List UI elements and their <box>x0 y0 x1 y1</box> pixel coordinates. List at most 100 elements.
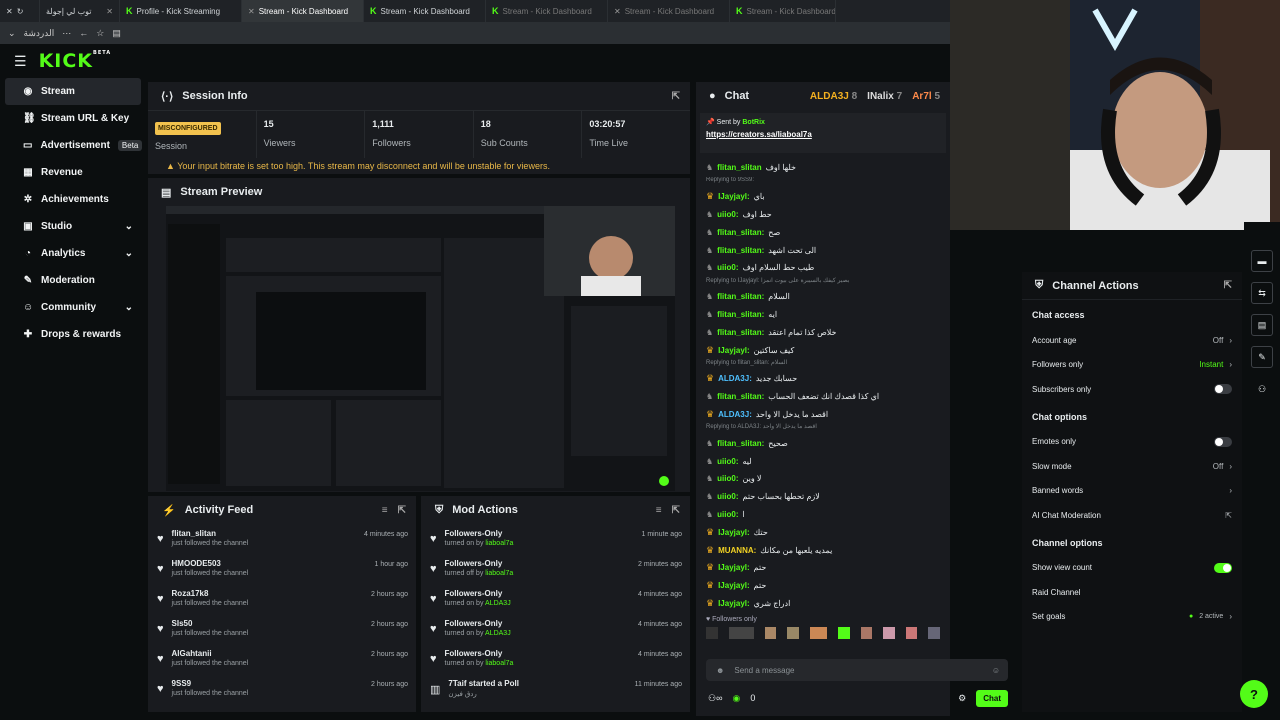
tab-1[interactable]: K Profile - Kick Streaming <box>120 0 242 22</box>
sidebar-item-achievements[interactable]: ✲ Achievements <box>5 186 141 213</box>
sidebar-item-community[interactable]: ☺ Community ⌄ <box>5 294 141 321</box>
chat-username[interactable]: uiio0: <box>717 474 738 483</box>
emote[interactable] <box>838 627 850 639</box>
filter-icon[interactable]: ≡ <box>656 505 662 516</box>
sidebar-item-stream[interactable]: ◉ Stream <box>5 78 141 105</box>
chat-username[interactable]: flitan_slitan: <box>717 292 764 301</box>
tab-6[interactable]: K Stream - Kick Dashboard <box>730 0 836 22</box>
chat-icon[interactable]: ▬ <box>1251 250 1273 272</box>
raid-channel-row[interactable]: Raid Channel <box>1022 580 1242 605</box>
sidebar-item-analytics[interactable]: ◔ Analytics ⌄ <box>5 240 141 267</box>
emote[interactable] <box>928 627 941 639</box>
activity-icon[interactable]: ⇆ <box>1251 282 1273 304</box>
address-label[interactable]: الدردشة <box>24 28 55 39</box>
emote[interactable] <box>706 627 718 639</box>
chat-username[interactable]: uiio0: <box>717 492 738 501</box>
star-icon[interactable]: ☆ <box>96 28 104 39</box>
back-icon[interactable]: ← <box>79 28 88 38</box>
ai-moderation-row[interactable]: AI Chat Moderation ⇱ <box>1022 503 1242 528</box>
reload-icon[interactable]: ↻ <box>17 7 24 16</box>
chat-username[interactable]: uiio0: <box>717 210 738 219</box>
chat-send-button[interactable]: Chat <box>976 689 1008 707</box>
emote-icon[interactable]: ☻ <box>716 666 724 675</box>
item-user[interactable]: ALDA3J <box>485 630 511 637</box>
more-icon[interactable]: ⋯ <box>62 28 71 39</box>
chat-username[interactable]: IJayjayl: <box>718 192 750 201</box>
account-age-row[interactable]: Account age Off › <box>1022 328 1242 353</box>
sidebar-item-drops[interactable]: ✚ Drops & rewards <box>5 321 141 348</box>
followers-only-row[interactable]: Followers only Instant › <box>1022 353 1242 378</box>
chat-username[interactable]: uiio0: <box>717 457 738 466</box>
close-tab-icon[interactable]: ✕ <box>614 7 621 16</box>
banned-words-row[interactable]: Banned words › <box>1022 479 1242 504</box>
chat-username[interactable]: flitan_slitan <box>717 163 761 172</box>
popout-icon[interactable]: ⇱ <box>1224 280 1232 291</box>
tab-2[interactable]: ✕ Stream - Kick Dashboard <box>242 0 364 22</box>
emote[interactable] <box>728 627 754 639</box>
popout-icon[interactable]: ⇱ <box>672 505 680 516</box>
chat-username[interactable]: flitan_slitan: <box>717 310 764 319</box>
emote[interactable] <box>809 627 828 639</box>
menu-icon[interactable]: ☰ <box>14 53 27 70</box>
chat-username[interactable]: flitan_slitan: <box>717 439 764 448</box>
pin-link[interactable]: https://creators.sa/liaboal7a <box>706 130 940 139</box>
users-icon[interactable]: ⚇ <box>1251 378 1273 400</box>
tab-0[interactable]: توب لي إجولة ✕ <box>40 0 120 22</box>
chevron-down-icon[interactable]: ⌄ <box>8 28 16 39</box>
tab-5[interactable]: ✕ Stream - Kick Dashboard <box>608 0 730 22</box>
set-goals-row[interactable]: Set goals ● 2 active › <box>1022 605 1242 630</box>
item-user[interactable]: liaboal7a <box>485 540 513 547</box>
emote[interactable] <box>764 627 777 639</box>
close-tab-icon[interactable]: ✕ <box>106 7 113 16</box>
emote[interactable] <box>787 627 799 639</box>
kick-logo[interactable]: KICKBETA <box>39 50 112 72</box>
chat-input[interactable]: ☻ Send a message ☺ <box>706 659 1008 681</box>
sidebar-item-revenue[interactable]: ▦ Revenue <box>5 159 141 186</box>
item-user[interactable]: liaboal7a <box>485 570 513 577</box>
settings-icon[interactable]: ⚙ <box>958 693 966 704</box>
smile-icon[interactable]: ☺ <box>992 666 1000 675</box>
chat-username[interactable]: IJayjayl: <box>718 346 750 355</box>
close-tab-icon[interactable]: ✕ <box>248 7 255 16</box>
chat-username[interactable]: uiio0: <box>717 263 738 272</box>
chat-username[interactable]: IJayjayl: <box>718 581 750 590</box>
sidebar-item-stream-url[interactable]: ⛓ Stream URL & Key <box>5 105 141 132</box>
chat-username[interactable]: uiio0: <box>717 510 738 519</box>
gifter-name[interactable]: INalix <box>867 91 894 102</box>
chat-username[interactable]: flitan_slitan: <box>717 228 764 237</box>
chat-username[interactable]: IJayjayl: <box>718 528 750 537</box>
chat-username[interactable]: flitan_slitan: <box>717 246 764 255</box>
popout-icon[interactable]: ⇱ <box>672 91 680 102</box>
mod-icon[interactable]: ▤ <box>1251 314 1273 336</box>
chat-username[interactable]: ALDA3J: <box>718 374 752 383</box>
bookmark-icon[interactable]: ▤ <box>112 28 121 39</box>
gifter-name[interactable]: Ar7l <box>912 91 931 102</box>
chat-username[interactable]: IJayjayl: <box>718 599 750 608</box>
tab-3[interactable]: K Stream - Kick Dashboard <box>364 0 486 22</box>
emote[interactable] <box>905 627 918 639</box>
item-user[interactable]: ALDA3J <box>485 600 511 607</box>
chat-username[interactable]: flitan_slitan: <box>717 392 764 401</box>
slow-mode-row[interactable]: Slow mode Off › <box>1022 454 1242 479</box>
close-icon[interactable]: ✕ <box>6 7 13 16</box>
chat-username[interactable]: MUANNA: <box>718 546 756 555</box>
sidebar-item-moderation[interactable]: ✎ Moderation <box>5 267 141 294</box>
users-icon[interactable]: ⚇∞ <box>708 693 722 704</box>
sidebar-item-studio[interactable]: ▣ Studio ⌄ <box>5 213 141 240</box>
emotes-only-toggle[interactable] <box>1214 436 1232 447</box>
tab-4[interactable]: K Stream - Kick Dashboard <box>486 0 608 22</box>
emote[interactable] <box>860 627 873 639</box>
wrench-icon[interactable]: ✎ <box>1251 346 1273 368</box>
stream-preview-video[interactable] <box>166 206 675 491</box>
emote[interactable] <box>883 627 895 639</box>
pin-bot[interactable]: BotRix <box>742 119 765 126</box>
chat-username[interactable]: flitan_slitan: <box>717 328 764 337</box>
filter-icon[interactable]: ≡ <box>382 505 388 516</box>
gifter-name[interactable]: ALDA3J <box>810 91 849 102</box>
popout-icon[interactable]: ⇱ <box>398 505 406 516</box>
item-user[interactable]: liaboal7a <box>485 660 513 667</box>
subscribers-only-toggle[interactable] <box>1214 384 1232 395</box>
chat-username[interactable]: ALDA3J: <box>718 410 752 419</box>
chat-username[interactable]: IJayjayl: <box>718 563 750 572</box>
sidebar-item-advertisement[interactable]: ▭ Advertisement Beta <box>5 132 143 159</box>
